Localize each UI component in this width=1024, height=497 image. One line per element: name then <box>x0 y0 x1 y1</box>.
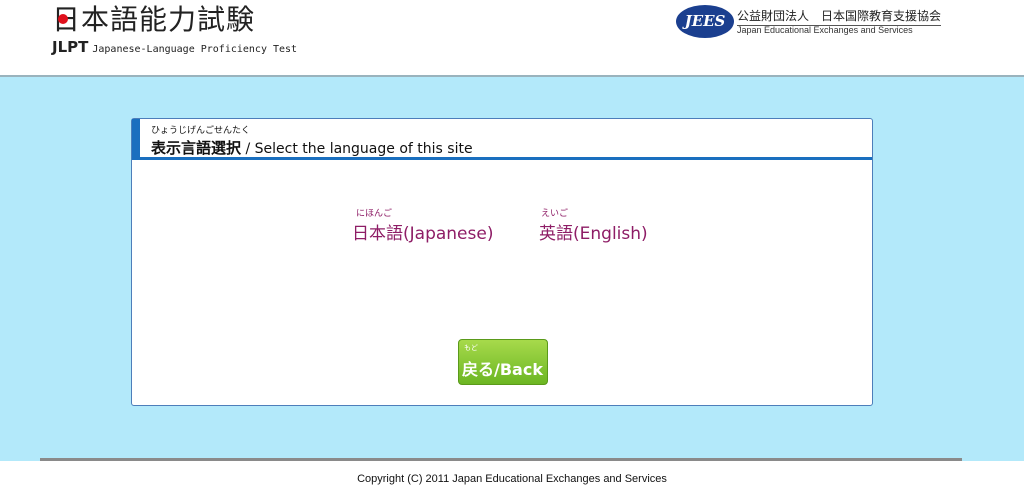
logo-abbr: JLPT <box>52 38 89 56</box>
panel-title: 表示言語選択 / Select the language of this sit… <box>151 137 473 158</box>
logo-subtitle-row: JLPT Japanese-Language Proficiency Test <box>52 38 297 56</box>
back-button[interactable]: もど 戻る/Back <box>458 339 548 385</box>
jees-oval-mark: JEES <box>676 5 734 38</box>
japanese-label: 日本語(Japanese) <box>352 224 494 244</box>
english-ruby: えいご <box>541 209 569 219</box>
copyright-text: Copyright (C) 2011 Japan Educational Exc… <box>357 473 667 485</box>
panel-accent-bar <box>132 119 140 159</box>
footer: Copyright (C) 2011 Japan Educational Exc… <box>0 461 1024 497</box>
panel-title-jp: 表示言語選択 <box>151 139 242 157</box>
logo-subtitle: Japanese-Language Proficiency Test <box>92 44 298 55</box>
logo-title: 日本語能力試験 <box>52 3 256 36</box>
panel-title-ruby: ひょうじげんごせんたく <box>151 126 251 136</box>
org-name-en: Japan Educational Exchanges and Services <box>737 25 913 35</box>
language-select-panel: ひょうじげんごせんたく 表示言語選択 / Select the language… <box>131 118 873 406</box>
english-label: 英語(English) <box>539 224 648 244</box>
back-label: 戻る/Back <box>462 360 543 379</box>
japanese-language-link[interactable]: にほんご 日本語(Japanese) <box>352 209 494 244</box>
panel-title-en: / Select the language of this site <box>241 141 473 157</box>
jees-logo[interactable]: JEES 公益財団法人 日本国際教育支援協会 Japan Educational… <box>676 4 956 44</box>
japanese-ruby: にほんご <box>356 209 393 219</box>
panel-header: ひょうじげんごせんたく 表示言語選択 / Select the language… <box>132 119 872 160</box>
org-name-jp: 公益財団法人 日本国際教育支援協会 <box>737 7 942 26</box>
back-ruby: もど <box>464 344 478 352</box>
page-header: 日本語能力試験 JLPT Japanese-Language Proficienc… <box>0 0 1024 77</box>
logo-sun-mark <box>58 14 68 24</box>
english-language-link[interactable]: えいご 英語(English) <box>539 209 648 244</box>
